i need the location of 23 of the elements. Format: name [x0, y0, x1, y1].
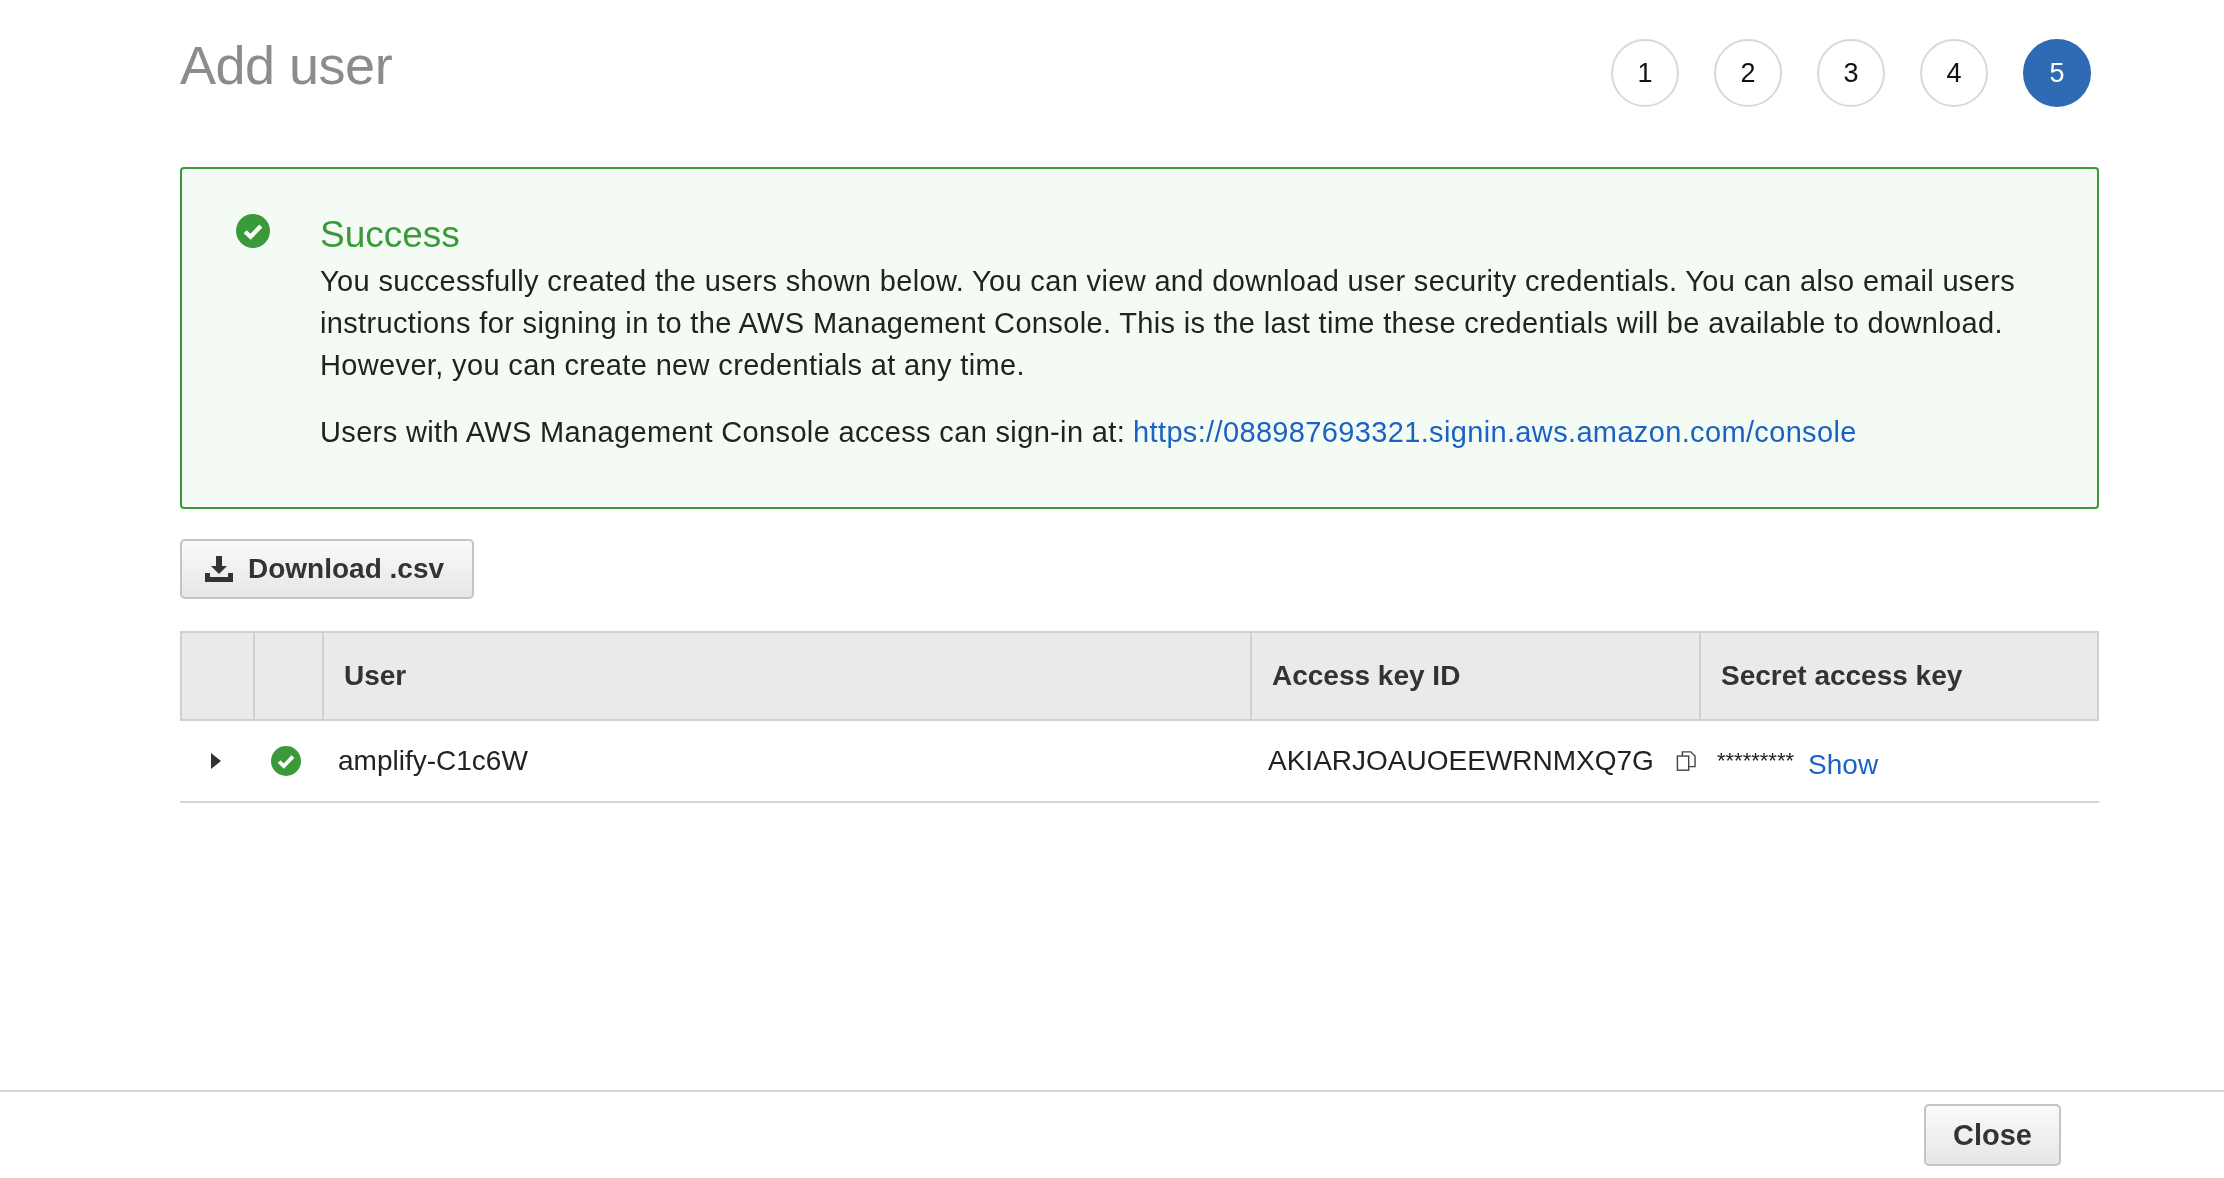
step-indicator: 2 — [1714, 39, 1782, 107]
signin-link[interactable]: https://088987693321.signin.aws.amazon.com/console — [1133, 416, 1857, 449]
secret-mask: ********* — [1717, 748, 1795, 774]
step-indicator: 3 — [1817, 39, 1885, 107]
signin-text: Users with AWS Management Console access can sign-in at: — [320, 416, 1126, 449]
page-title: Add user — [180, 34, 393, 96]
close-button[interactable]: Close — [1924, 1104, 2061, 1166]
alert-heading: Success — [320, 214, 461, 256]
column-header: User — [344, 660, 407, 692]
user-name: amplify-C1c6W — [338, 745, 528, 777]
download-csv-button[interactable]: Download .csv — [180, 539, 475, 599]
check-circle-icon — [270, 746, 301, 776]
step-indicator: 4 — [1920, 39, 1988, 107]
expand-toggle[interactable] — [208, 752, 223, 770]
alert-message: You successfully created the users shown below. You can view and download user security credentials. You can also email users instructions for signing in to the AWS Management Console. This is the last time these credentials will be available to download. However, you can create new credentials at any time. — [320, 264, 2017, 383]
column-header: Access key ID — [1272, 660, 1461, 692]
download-icon — [204, 555, 234, 583]
show-secret-link[interactable]: Show — [1808, 749, 1879, 781]
column-header: Secret access key — [1721, 660, 1963, 692]
step-indicator: 5 — [2023, 39, 2091, 107]
check-circle-icon — [236, 214, 270, 248]
step-indicator: 1 — [1611, 39, 1679, 107]
access-key-id: AKIARJOAUOEEWRNMXQ7G — [1268, 745, 1654, 777]
